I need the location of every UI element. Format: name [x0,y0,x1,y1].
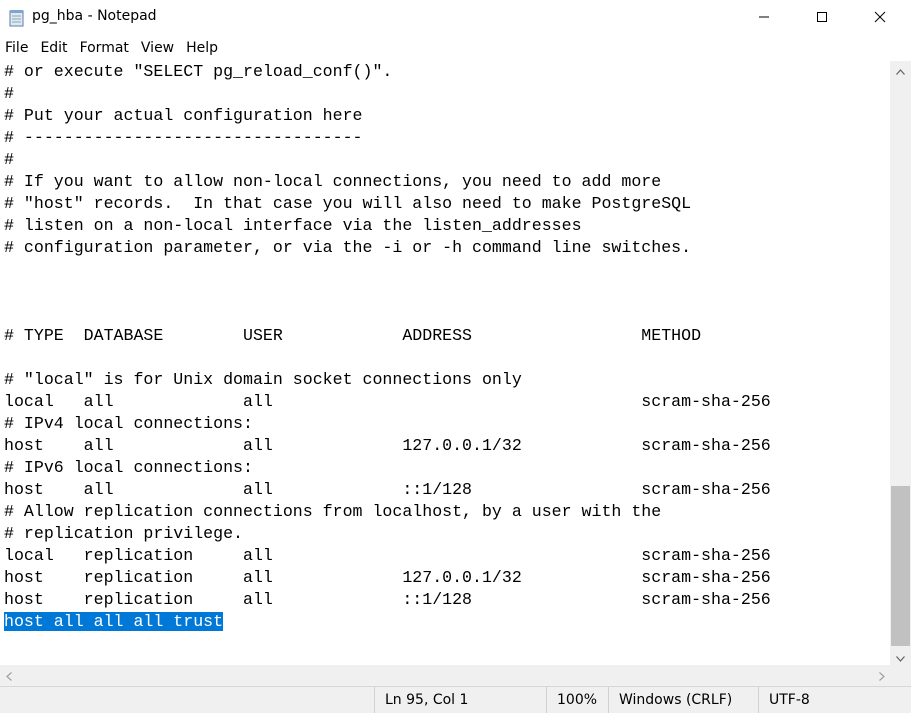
text-line-content: # configuration parameter, or via the -i… [4,238,692,257]
menu-file[interactable]: File [0,36,35,60]
text-line[interactable]: # Allow replication connections from loc… [4,501,661,523]
scroll-down-button[interactable] [890,648,911,665]
encoding: UTF-8 [758,687,911,713]
text-line-content: # "host" records. In that case you will … [4,194,692,213]
text-line-content: local replication all scram-sha-256 [4,546,771,565]
text-line-content: # Put your actual configuration here [4,106,363,125]
text-line-content: host all all all trust [4,612,224,631]
text-line-content: host all all 127.0.0.1/32 scram-sha-256 [4,436,771,455]
text-line[interactable]: host all all 127.0.0.1/32 scram-sha-256 [4,435,771,457]
window-title: pg_hba - Notepad [32,8,157,24]
text-line[interactable]: local replication all scram-sha-256 [4,545,771,567]
text-line-content: host all all ::1/128 scram-sha-256 [4,480,771,499]
text-line[interactable]: # configuration parameter, or via the -i… [4,237,691,259]
chevron-up-icon [896,60,905,79]
menu-help[interactable]: Help [181,36,225,60]
text-line-content: # ---------------------------------- [4,128,363,147]
text-line-content: host replication all ::1/128 scram-sha-2… [4,590,771,609]
text-line-content: local all all scram-sha-256 [4,392,771,411]
vertical-scroll-thumb[interactable] [891,486,910,646]
maximize-button[interactable] [799,0,845,34]
close-button[interactable] [857,0,903,34]
cursor-position: Ln 95, Col 1 [374,687,546,713]
text-line[interactable]: # "local" is for Unix domain socket conn… [4,369,522,391]
line-ending: Windows (CRLF) [608,687,758,713]
horizontal-scrollbar[interactable] [0,665,890,686]
text-line[interactable]: host replication all ::1/128 scram-sha-2… [4,589,771,611]
text-line[interactable]: host all all ::1/128 scram-sha-256 [4,479,771,501]
vertical-scrollbar[interactable] [890,61,911,665]
text-line-content: # IPv4 local connections: [4,414,253,433]
text-line[interactable]: host replication all 127.0.0.1/32 scram-… [4,567,771,589]
minimize-icon [758,8,770,27]
text-line-content: host replication all 127.0.0.1/32 scram-… [4,568,771,587]
text-line-content: # IPv6 local connections: [4,458,253,477]
status-bar: Ln 95, Col 1 100% Windows (CRLF) UTF-8 [0,686,911,713]
text-line[interactable]: # ---------------------------------- [4,127,362,149]
notepad-icon [9,9,25,27]
chevron-left-icon [5,666,12,685]
text-line[interactable]: # IPv6 local connections: [4,457,253,479]
text-line[interactable]: # [4,149,14,171]
chevron-right-icon [878,666,885,685]
menu-format[interactable]: Format [75,36,136,60]
text-line-content: # or execute "SELECT pg_reload_conf()". [4,62,393,81]
scrollbar-corner [890,665,911,686]
text-line-content: # If you want to allow non-local connect… [4,172,662,191]
text-line[interactable]: # or execute "SELECT pg_reload_conf()". [4,61,392,83]
chevron-down-icon [896,647,905,666]
text-line[interactable]: # Put your actual configuration here [4,105,362,127]
text-line[interactable]: # listen on a non-local interface via th… [4,215,582,237]
scroll-up-button[interactable] [890,61,911,78]
menu-bar: File Edit Format View Help [0,36,911,60]
zoom-level: 100% [546,687,608,713]
text-line[interactable]: # replication privilege. [4,523,243,545]
text-line-content: # Allow replication connections from loc… [4,502,662,521]
text-line[interactable]: # [4,83,14,105]
menu-view[interactable]: View [136,36,181,60]
scroll-right-button[interactable] [873,665,890,686]
scroll-left-button[interactable] [0,665,17,686]
text-editor[interactable]: # or execute "SELECT pg_reload_conf()". #… [0,61,890,665]
title-bar[interactable]: pg_hba - Notepad [0,0,911,36]
text-line[interactable]: # IPv4 local connections: [4,413,253,435]
close-icon [874,8,886,27]
text-line[interactable]: local all all scram-sha-256 [4,391,771,413]
minimize-button[interactable] [741,0,787,34]
text-line-content: # [4,150,14,169]
text-line-content: # "local" is for Unix domain socket conn… [4,370,522,389]
text-line-content: # replication privilege. [4,524,243,543]
text-line-content: # listen on a non-local interface via th… [4,216,582,235]
text-line[interactable]: # TYPE DATABASE USER ADDRESS METHOD [4,325,701,347]
maximize-icon [816,8,828,27]
text-line[interactable]: # If you want to allow non-local connect… [4,171,661,193]
menu-edit[interactable]: Edit [35,36,74,60]
text-line-selected[interactable]: host all all all trust [4,611,224,633]
text-line-content: # [4,84,14,103]
text-line[interactable]: # "host" records. In that case you will … [4,193,691,215]
text-line-content: # TYPE DATABASE USER ADDRESS METHOD [4,326,702,345]
